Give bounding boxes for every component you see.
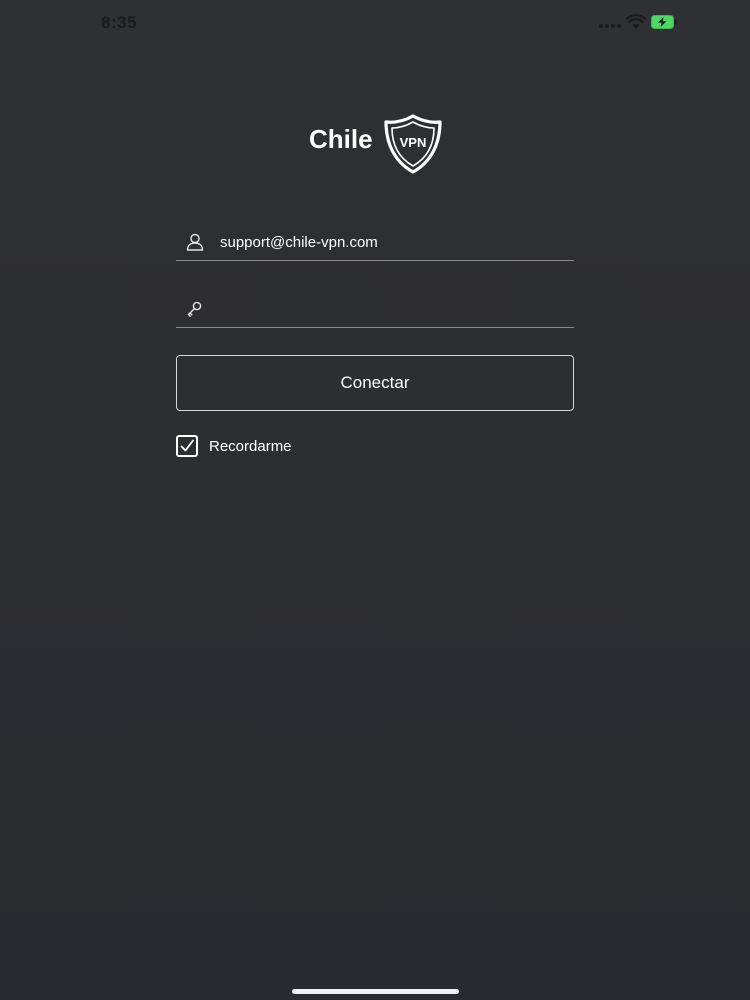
key-icon bbox=[187, 301, 202, 317]
password-field[interactable] bbox=[176, 291, 574, 328]
remember-me-toggle[interactable]: Recordarme bbox=[176, 434, 292, 458]
password-input[interactable] bbox=[220, 295, 560, 323]
remember-me-checkbox[interactable] bbox=[176, 435, 198, 457]
logo-brand-word: Chile bbox=[309, 124, 373, 154]
logo-badge-text: VPN bbox=[400, 135, 427, 150]
checkmark-icon bbox=[180, 439, 194, 452]
battery-charging-icon bbox=[651, 15, 677, 29]
status-time: 8:35 bbox=[101, 13, 138, 32]
remember-me-label: Recordarme bbox=[209, 437, 292, 455]
user-icon bbox=[186, 233, 204, 251]
chile-vpn-logo: Chile VPN bbox=[306, 112, 446, 176]
connect-button[interactable]: Conectar bbox=[176, 355, 574, 411]
email-field[interactable] bbox=[176, 224, 574, 261]
wifi-icon bbox=[626, 14, 646, 29]
email-input[interactable] bbox=[220, 228, 560, 256]
vpn-shield-icon: VPN bbox=[384, 114, 442, 174]
status-bar: 8:35 bbox=[0, 0, 750, 44]
home-indicator[interactable] bbox=[292, 989, 459, 994]
signal-dots-icon bbox=[599, 24, 621, 28]
